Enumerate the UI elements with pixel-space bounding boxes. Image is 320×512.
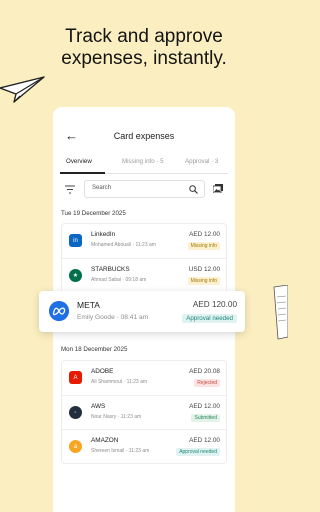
amazon-icon: a	[69, 440, 82, 453]
tab-bar: Overview Missing info · 5 Approval · 3	[60, 158, 228, 174]
search-input[interactable]: Search	[84, 180, 205, 198]
search-placeholder: Search	[92, 185, 112, 191]
amount: AED 120.00	[192, 300, 237, 309]
status-badge: Submitted	[191, 414, 220, 422]
status-badge: Missing info	[187, 277, 220, 285]
status-badge: Approval needed	[176, 448, 220, 456]
merchant-name: STARBUCKS	[91, 266, 130, 273]
date-header: Tue 19 December 2025	[61, 210, 126, 217]
merchant-name: ADOBE	[91, 368, 114, 375]
starbucks-icon: ★	[69, 269, 82, 282]
headline-line-2: expenses, instantly.	[61, 48, 227, 69]
merchant-name: AWS	[91, 403, 106, 410]
employee-time: Ali Shammout · 11:23 am	[91, 379, 148, 385]
page-title: Card expenses	[113, 131, 175, 141]
employee-time: Nour Nasry · 11:23 am	[91, 414, 142, 420]
amount: AED 12.00	[189, 231, 220, 238]
tab-missing-info[interactable]: Missing info · 5	[122, 158, 164, 165]
search-icon[interactable]	[189, 185, 198, 194]
promo-headline: Track and approve expenses, instantly.	[0, 26, 288, 70]
headline-line-1: Track and approve	[65, 26, 223, 47]
amount: USD 12.00	[188, 266, 220, 273]
receipt-doodle-icon	[273, 285, 288, 340]
merchant-name: LinkedIn	[91, 231, 116, 238]
transaction-group: A ADOBE Ali Shammout · 11:23 am AED 20.0…	[61, 360, 227, 464]
list-item[interactable]: ★ STARBUCKS Ahmad Sabai · 09:18 am USD 1…	[62, 258, 226, 292]
status-badge: Rejected	[194, 379, 220, 387]
merchant-name: META	[77, 300, 100, 310]
list-item[interactable]: A ADOBE Ali Shammout · 11:23 am AED 20.0…	[62, 361, 226, 395]
status-badge: Missing info	[187, 242, 220, 250]
date-header: Mon 18 December 2025	[61, 346, 128, 353]
active-tab-indicator	[60, 172, 105, 174]
tab-overview[interactable]: Overview	[66, 158, 92, 165]
aws-icon: ◦	[69, 406, 82, 419]
employee-time: Emily Goode · 08:41 am	[77, 314, 149, 321]
tab-approval[interactable]: Approval · 3	[185, 158, 218, 165]
transaction-group: in LinkedIn Mohamed Abouali · 11:23 am A…	[61, 223, 227, 293]
amount: AED 12.00	[189, 403, 220, 410]
amount: AED 12.00	[189, 437, 220, 444]
list-item[interactable]: ◦ AWS Nour Nasry · 11:23 am AED 12.00 Su…	[62, 395, 226, 429]
meta-icon	[49, 301, 69, 321]
status-badge: Approval needed	[182, 314, 237, 323]
employee-time: Shereen Ismail · 11:23 am	[91, 448, 150, 454]
merchant-name: AMAZON	[91, 437, 119, 444]
employee-time: Mohamed Abouali · 11:23 am	[91, 242, 156, 248]
amount: AED 20.08	[189, 368, 220, 375]
app-header: ← Card expenses	[53, 129, 235, 145]
list-item[interactable]: a AMAZON Shereen Ismail · 11:23 am AED 1…	[62, 429, 226, 463]
linkedin-icon: in	[69, 234, 82, 247]
employee-time: Ahmad Sabai · 09:18 am	[91, 277, 147, 283]
list-item[interactable]: in LinkedIn Mohamed Abouali · 11:23 am A…	[62, 224, 226, 258]
featured-transaction-card[interactable]: META Emily Goode · 08:41 am AED 120.00 A…	[39, 291, 245, 332]
adobe-icon: A	[69, 371, 82, 384]
filter-icon[interactable]	[65, 185, 75, 194]
paper-plane-icon	[0, 76, 45, 103]
gallery-icon[interactable]	[213, 184, 223, 193]
